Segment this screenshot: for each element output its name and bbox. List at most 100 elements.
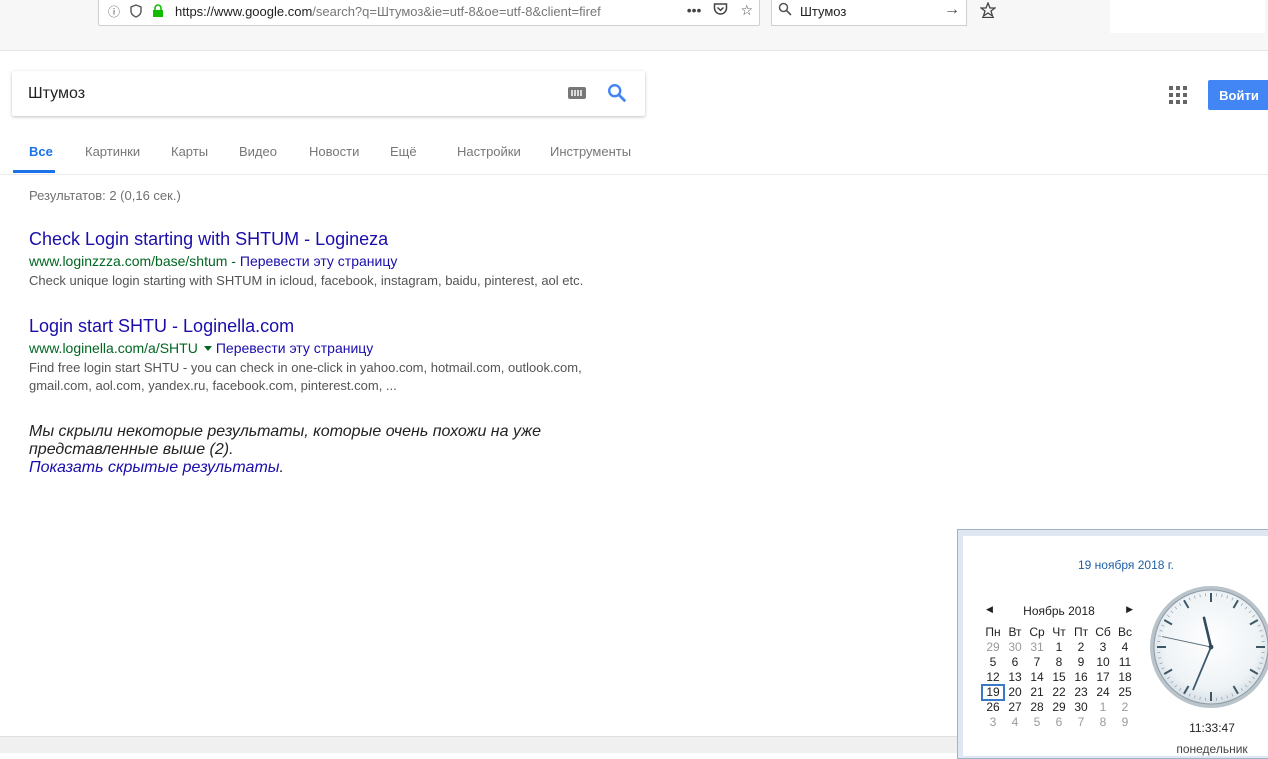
snippet-line: gmail.com, aol.com, yandex.ru, facebook.… bbox=[29, 377, 629, 395]
pocket-icon[interactable] bbox=[713, 2, 728, 19]
calendar-day[interactable]: 30 bbox=[1004, 640, 1026, 655]
calendar-day[interactable]: 7 bbox=[1070, 715, 1092, 730]
more-actions-icon[interactable]: ••• bbox=[687, 2, 702, 19]
calendar-day[interactable]: 9 bbox=[1070, 655, 1092, 670]
note-line: представленные выше (2). bbox=[29, 441, 589, 459]
calendar-day[interactable]: 29 bbox=[982, 640, 1004, 655]
shield-icon[interactable] bbox=[129, 4, 143, 18]
note-line: Мы скрыли некоторые результаты, которые … bbox=[29, 423, 589, 441]
weekday-header: Чт bbox=[1048, 625, 1070, 640]
calendar-day[interactable]: 1 bbox=[1092, 700, 1114, 715]
calendar-clock-flyout: 19 ноября 2018 г. ◀ Ноябрь 2018 ▶ ПнВтСр… bbox=[957, 529, 1268, 759]
keyboard-icon[interactable] bbox=[568, 87, 586, 99]
weekday-label: понедельник bbox=[1148, 742, 1268, 756]
weekday-header: Пт bbox=[1070, 625, 1092, 640]
calendar-day[interactable]: 11 bbox=[1114, 655, 1136, 670]
translate-link[interactable]: Перевести эту страницу bbox=[216, 340, 373, 356]
search-result: Login start SHTU - Loginella.com www.log… bbox=[29, 315, 629, 395]
weekday-header: Вс bbox=[1114, 625, 1136, 640]
calendar-day[interactable]: 27 bbox=[1004, 700, 1026, 715]
apps-grid-icon[interactable] bbox=[1169, 86, 1187, 104]
tab-news[interactable]: Новости bbox=[309, 144, 359, 159]
search-icon[interactable] bbox=[606, 82, 628, 104]
calendar-day[interactable]: 12 bbox=[982, 670, 1004, 685]
calendar-day[interactable]: 5 bbox=[1026, 715, 1048, 730]
calendar-day[interactable]: 3 bbox=[982, 715, 1004, 730]
calendar-day[interactable]: 4 bbox=[1004, 715, 1026, 730]
calendar-day[interactable]: 31 bbox=[1026, 640, 1048, 655]
calendar-day[interactable]: 5 bbox=[982, 655, 1004, 670]
calendar-day[interactable]: 8 bbox=[1092, 715, 1114, 730]
calendar-day[interactable]: 17 bbox=[1092, 670, 1114, 685]
weekday-header: Ср bbox=[1026, 625, 1048, 640]
sign-in-button[interactable]: Войти bbox=[1208, 80, 1268, 110]
calendar-day[interactable]: 18 bbox=[1114, 670, 1136, 685]
calendar-day[interactable]: 16 bbox=[1070, 670, 1092, 685]
calendar-day[interactable]: 6 bbox=[1004, 655, 1026, 670]
result-title-link[interactable]: Login start SHTU - Loginella.com bbox=[29, 315, 629, 337]
search-icon bbox=[778, 2, 792, 21]
dropdown-arrow-icon[interactable] bbox=[204, 346, 212, 351]
analog-clock bbox=[1148, 584, 1268, 710]
tab-settings[interactable]: Настройки bbox=[457, 144, 521, 159]
result-cite: www.loginella.com/a/SHTU Перевести эту ст… bbox=[29, 339, 629, 357]
calendar-day[interactable]: 28 bbox=[1026, 700, 1048, 715]
tab-video[interactable]: Видео bbox=[239, 144, 277, 159]
calendar-day[interactable]: 29 bbox=[1048, 700, 1070, 715]
translate-link[interactable]: Перевести эту страницу bbox=[240, 253, 397, 269]
calendar-day[interactable]: 23 bbox=[1070, 685, 1092, 700]
calendar-day[interactable]: 1 bbox=[1048, 640, 1070, 655]
calendar-day-today[interactable]: 19 bbox=[982, 685, 1004, 700]
calendar-day[interactable]: 22 bbox=[1048, 685, 1070, 700]
search-input[interactable]: Штумоз bbox=[28, 85, 85, 103]
bookmark-star-icon[interactable]: ☆ bbox=[740, 2, 753, 19]
result-title-link[interactable]: Check Login starting with SHTUM - Logine… bbox=[29, 228, 629, 250]
google-search-box[interactable]: Штумоз bbox=[12, 71, 645, 116]
calendar-grid: ПнВтСрЧтПтСбВс29303112345678910111213141… bbox=[982, 625, 1136, 730]
calendar-day[interactable]: 10 bbox=[1092, 655, 1114, 670]
result-snippet: Find free login start SHTU - you can che… bbox=[29, 359, 629, 395]
calendar-day[interactable]: 2 bbox=[1070, 640, 1092, 655]
calendar-day[interactable]: 3 bbox=[1092, 640, 1114, 655]
calendar-day[interactable]: 15 bbox=[1048, 670, 1070, 685]
tab-tools[interactable]: Инструменты bbox=[550, 144, 631, 159]
lock-icon[interactable] bbox=[151, 4, 165, 18]
info-icon[interactable]: ⓘ bbox=[107, 4, 121, 18]
calendar-day[interactable]: 26 bbox=[982, 700, 1004, 715]
calendar-day[interactable]: 9 bbox=[1114, 715, 1136, 730]
tab-all[interactable]: Все bbox=[29, 144, 53, 159]
tab-more[interactable]: Ещё bbox=[390, 144, 417, 159]
calendar-day[interactable]: 8 bbox=[1048, 655, 1070, 670]
bookmarks-menu-icon[interactable] bbox=[980, 2, 996, 23]
snippet-line: Find free login start SHTU - you can che… bbox=[29, 359, 629, 377]
calendar-day[interactable]: 14 bbox=[1026, 670, 1048, 685]
date-header-link[interactable]: 19 ноября 2018 г. bbox=[963, 558, 1268, 572]
calendar-day[interactable]: 2 bbox=[1114, 700, 1136, 715]
url-host: https://www.google.com bbox=[175, 4, 312, 19]
calendar-day[interactable]: 4 bbox=[1114, 640, 1136, 655]
calendar-day[interactable]: 30 bbox=[1070, 700, 1092, 715]
calendar-day[interactable]: 20 bbox=[1004, 685, 1026, 700]
weekday-header: Вт bbox=[1004, 625, 1026, 640]
tab-images[interactable]: Картинки bbox=[85, 144, 140, 159]
result-stats: Результатов: 2 (0,16 сек.) bbox=[29, 188, 181, 203]
calendar-day[interactable]: 25 bbox=[1114, 685, 1136, 700]
calendar-day[interactable]: 7 bbox=[1026, 655, 1048, 670]
calendar-day[interactable]: 21 bbox=[1026, 685, 1048, 700]
calendar-day[interactable]: 24 bbox=[1092, 685, 1114, 700]
result-url: www.loginella.com/a/SHTU bbox=[29, 340, 198, 356]
tab-maps[interactable]: Карты bbox=[171, 144, 208, 159]
next-month-icon[interactable]: ▶ bbox=[1126, 604, 1133, 615]
calendar-day[interactable]: 6 bbox=[1048, 715, 1070, 730]
address-bar[interactable]: ⓘ https://www.google.com/search?q=Штумоз… bbox=[98, 0, 760, 26]
calendar-header: ◀ Ноябрь 2018 ▶ bbox=[980, 604, 1138, 620]
calendar-day[interactable]: 13 bbox=[1004, 670, 1026, 685]
month-label[interactable]: Ноябрь 2018 bbox=[980, 604, 1138, 618]
url-text[interactable]: https://www.google.com/search?q=Штумоз&i… bbox=[175, 4, 645, 19]
status-bar bbox=[0, 736, 957, 753]
weekday-header: Сб bbox=[1092, 625, 1114, 640]
go-arrow-icon[interactable]: → bbox=[944, 1, 960, 19]
browser-search-bar[interactable]: Штумоз → bbox=[771, 0, 967, 26]
browser-search-value[interactable]: Штумоз bbox=[800, 4, 846, 19]
show-hidden-results-link[interactable]: Показать скрытые результаты bbox=[29, 459, 280, 476]
